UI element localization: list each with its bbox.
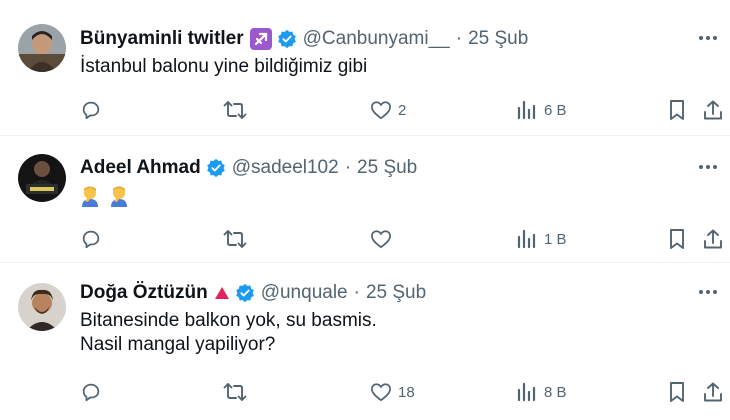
retweet-button[interactable] xyxy=(218,95,252,125)
tweet-text-line: Nasil mangal yapiliyor? xyxy=(80,334,276,355)
heart-icon xyxy=(364,95,398,125)
retweet-icon xyxy=(218,224,252,254)
like-count: 2 xyxy=(398,101,407,119)
more-options-icon[interactable] xyxy=(696,155,720,179)
like-button[interactable] xyxy=(364,224,398,254)
avatar[interactable] xyxy=(18,154,66,202)
views-chart-icon xyxy=(510,224,544,254)
reply-button[interactable] xyxy=(74,377,108,407)
user-handle[interactable]: @sadeel102 xyxy=(232,157,339,179)
share-button[interactable] xyxy=(696,95,730,125)
tweet-text: Bitanesinde balkon yok, su basmis. Nasil… xyxy=(80,309,377,357)
views-button[interactable]: 6 B xyxy=(510,95,567,125)
share-button[interactable] xyxy=(696,377,730,407)
reply-icon xyxy=(74,95,108,125)
separator-dot: · xyxy=(455,28,463,49)
like-button[interactable]: 2 xyxy=(364,95,406,125)
verified-badge-icon[interactable] xyxy=(277,29,297,49)
retweet-icon xyxy=(218,95,252,125)
tweet-header: Doğa Öztüzün @unquale · 25 Şub xyxy=(80,280,426,306)
bookmark-icon xyxy=(660,95,694,125)
views-button[interactable]: 8 B xyxy=(510,377,567,407)
tweet-date[interactable]: 25 Şub xyxy=(468,28,528,50)
bookmark-icon xyxy=(660,224,694,254)
views-chart-icon xyxy=(510,377,544,407)
user-handle[interactable]: @unquale xyxy=(261,282,348,304)
separator-dot: · xyxy=(353,282,360,303)
tweet-header: Adeel Ahmad @sadeel102 · 25 Şub xyxy=(80,155,417,181)
user-handle[interactable]: @Canbunyami__ xyxy=(303,28,450,50)
reply-icon xyxy=(74,224,108,254)
tweet-date[interactable]: 25 Şub xyxy=(357,157,417,179)
person-facepalming-emoji xyxy=(80,185,100,207)
verified-badge-icon[interactable] xyxy=(235,283,255,303)
views-count: 1 B xyxy=(544,230,567,248)
views-chart-icon xyxy=(510,95,544,125)
views-count: 6 B xyxy=(544,101,567,119)
separator-dot: · xyxy=(344,157,352,178)
bookmark-icon xyxy=(660,377,694,407)
display-name[interactable]: Adeel Ahmad xyxy=(80,157,201,179)
tweet[interactable]: Doğa Öztüzün @unquale · 25 Şub Bitanesin… xyxy=(0,263,730,420)
share-icon xyxy=(696,224,730,254)
tweet-text-line: Bitanesinde balkon yok, su basmis. xyxy=(80,310,377,331)
tweet-date[interactable]: 25 Şub xyxy=(366,282,426,304)
tweet-text-line: İstanbul balonu yine bildiğimiz gibi xyxy=(80,56,368,77)
retweet-icon xyxy=(218,377,252,407)
display-name[interactable]: Doğa Öztüzün xyxy=(80,282,208,304)
tweet-actions: 2 6 B xyxy=(70,95,724,125)
person-facepalming-emoji xyxy=(109,185,129,207)
heart-icon xyxy=(364,377,398,407)
like-count: 18 xyxy=(398,383,415,401)
share-icon xyxy=(696,95,730,125)
reply-button[interactable] xyxy=(74,224,108,254)
tweet-actions: 1 B xyxy=(70,224,724,254)
bookmark-button[interactable] xyxy=(660,224,694,254)
bookmark-button[interactable] xyxy=(660,95,694,125)
like-button[interactable]: 18 xyxy=(364,377,415,407)
views-button[interactable]: 1 B xyxy=(510,224,567,254)
heart-icon xyxy=(364,224,398,254)
tweet-actions: 18 8 B xyxy=(70,377,724,407)
tweet-text: İstanbul balonu yine bildiğimiz gibi xyxy=(80,55,367,79)
bookmark-button[interactable] xyxy=(660,377,694,407)
views-count: 8 B xyxy=(544,383,567,401)
share-button[interactable] xyxy=(696,224,730,254)
tweet[interactable]: Bünyaminli twitler @Canbunyami__ · 25 Şu… xyxy=(0,0,730,136)
tweet-text xyxy=(80,184,133,208)
tweet-header: Bünyaminli twitler @Canbunyami__ · 25 Şu… xyxy=(80,26,528,52)
tweet[interactable]: Adeel Ahmad @sadeel102 · 25 Şub 1 B xyxy=(0,136,730,263)
share-icon xyxy=(696,377,730,407)
reply-button[interactable] xyxy=(74,95,108,125)
retweet-button[interactable] xyxy=(218,377,252,407)
reply-icon xyxy=(74,377,108,407)
more-options-icon[interactable] xyxy=(696,26,720,50)
verified-badge-icon[interactable] xyxy=(206,158,226,178)
display-name[interactable]: Bünyaminli twitler xyxy=(80,28,244,50)
avatar[interactable] xyxy=(18,24,66,72)
retweet-button[interactable] xyxy=(218,224,252,254)
more-options-icon[interactable] xyxy=(696,280,720,304)
sagittarius-badge-icon xyxy=(249,28,272,50)
red-triangle-icon xyxy=(214,286,230,300)
avatar[interactable] xyxy=(18,283,66,331)
